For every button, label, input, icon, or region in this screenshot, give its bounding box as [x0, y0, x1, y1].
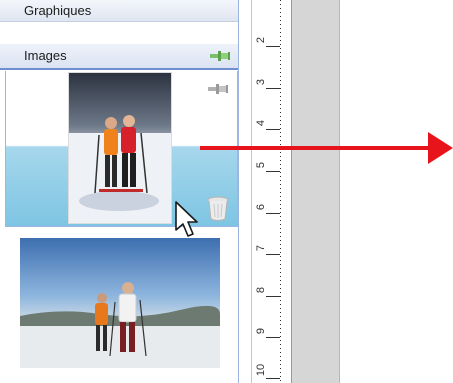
ruler-tick [266, 88, 280, 89]
ruler-tick [266, 46, 280, 47]
ruler-tick [266, 296, 280, 297]
pin-icon[interactable] [206, 82, 230, 96]
ruler-tick [266, 171, 280, 172]
ruler-number: 5 [255, 161, 267, 169]
ruler-number: 7 [255, 244, 267, 252]
ruler-tick [266, 378, 280, 379]
trash-icon[interactable] [204, 194, 232, 222]
vertical-ruler: 2 3 4 5 6 7 8 9 10 [251, 0, 292, 383]
section-header-graphiques[interactable]: Graphiques [0, 0, 238, 22]
ruler-minor-ticks [280, 0, 281, 383]
red-arrow-shaft [200, 146, 432, 150]
gallery-panel: Graphiques Images [0, 0, 238, 383]
section-header-images[interactable]: Images [0, 44, 238, 70]
ruler-tick [266, 254, 280, 255]
ruler-gutter [239, 0, 251, 383]
ruler-tick [266, 213, 280, 214]
section-label-images: Images [24, 48, 67, 63]
image-thumbnail-skiers-portrait[interactable] [68, 72, 172, 224]
ruler-number: 3 [255, 78, 267, 86]
ruler-number: 9 [255, 327, 267, 335]
ruler-number: 8 [255, 286, 267, 294]
ruler-number: 4 [255, 119, 267, 127]
mouse-cursor-icon [175, 201, 198, 237]
image-thumbnail-skiers-landscape[interactable] [20, 238, 220, 368]
ruler-number: 2 [255, 36, 267, 44]
ruler-tick [266, 129, 280, 130]
pin-icon[interactable] [208, 49, 232, 63]
section-label-graphiques: Graphiques [24, 3, 92, 18]
ruler-number: 6 [255, 203, 267, 211]
document-edge [291, 0, 340, 383]
ruler-number: 10 [255, 363, 267, 377]
ruler-tick [266, 337, 280, 338]
red-arrow-head-icon [428, 132, 453, 164]
